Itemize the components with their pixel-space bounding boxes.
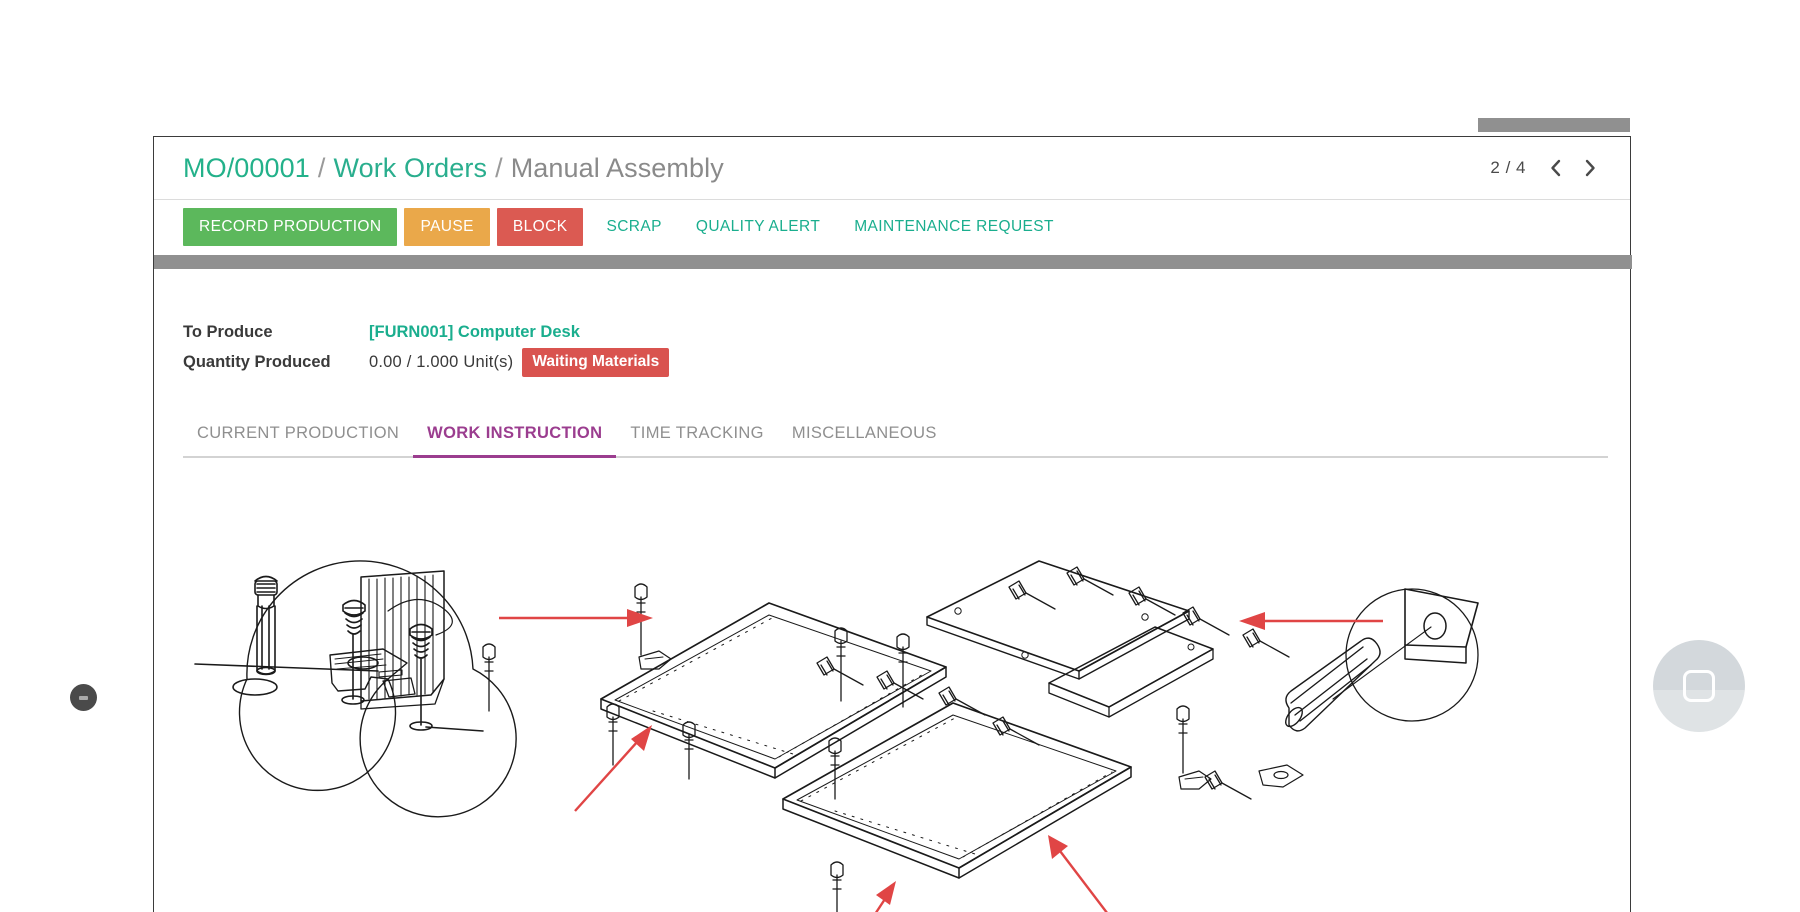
tab-work-instruction[interactable]: WORK INSTRUCTION — [413, 424, 616, 458]
detail-cam-lock-and-bracket — [195, 561, 516, 817]
assembly-arrows — [499, 609, 1383, 912]
record-production-button[interactable]: RECORD PRODUCTION — [183, 208, 397, 247]
form-header: MO/00001 / Work Orders / Manual Assembly… — [154, 137, 1630, 200]
field-row-to-produce: To Produce [FURN001] Computer Desk — [183, 317, 1630, 347]
quantity-produced-label: Quantity Produced — [183, 353, 369, 372]
progress-divider-band — [154, 255, 1632, 269]
status-badge: Waiting Materials — [522, 348, 669, 377]
chevron-left-icon[interactable] — [1542, 154, 1570, 182]
chevron-right-icon[interactable] — [1576, 154, 1604, 182]
pager-count: 2 / 4 — [1490, 158, 1526, 178]
tab-time-tracking[interactable]: TIME TRACKING — [616, 424, 778, 458]
breadcrumb-current: Manual Assembly — [511, 153, 724, 184]
quantity-text: 0.00 / 1.000 Unit(s) — [369, 353, 513, 372]
to-produce-value[interactable]: [FURN001] Computer Desk — [369, 323, 580, 342]
collapse-handle-bar — [79, 696, 88, 700]
form-body: To Produce [FURN001] Computer Desk Quant… — [154, 269, 1630, 912]
quantity-produced-value: 0.00 / 1.000 Unit(s) Waiting Materials — [369, 348, 669, 377]
breadcrumb-separator-1: / — [310, 153, 334, 184]
tab-bar: CURRENT PRODUCTION WORK INSTRUCTION TIME… — [183, 424, 1608, 458]
breadcrumb-separator-2: / — [487, 153, 511, 184]
action-toolbar: RECORD PRODUCTION PAUSE BLOCK SCRAP QUAL… — [154, 200, 1630, 254]
breadcrumb-item-mo[interactable]: MO/00001 — [183, 153, 310, 184]
breadcrumb: MO/00001 / Work Orders / Manual Assembly — [183, 153, 724, 184]
maintenance-request-button[interactable]: MAINTENANCE REQUEST — [838, 208, 1070, 247]
tab-miscellaneous[interactable]: MISCELLANEOUS — [778, 424, 951, 458]
field-row-quantity-produced: Quantity Produced 0.00 / 1.000 Unit(s) W… — [183, 347, 1630, 377]
detail-screwdriver-insertion — [1282, 589, 1478, 731]
chat-bubble-icon[interactable] — [1653, 640, 1745, 732]
pause-button[interactable]: PAUSE — [404, 208, 489, 247]
work-order-form-sheet: MO/00001 / Work Orders / Manual Assembly… — [153, 136, 1631, 912]
to-produce-label: To Produce — [183, 323, 369, 342]
tab-current-production[interactable]: CURRENT PRODUCTION — [183, 424, 413, 458]
breadcrumb-item-work-orders[interactable]: Work Orders — [333, 153, 487, 184]
screen-root: MO/00001 / Work Orders / Manual Assembly… — [0, 0, 1800, 912]
record-pager: 2 / 4 — [1490, 154, 1604, 182]
quality-alert-button[interactable]: QUALITY ALERT — [680, 208, 836, 247]
collapse-handle-icon[interactable] — [70, 684, 97, 711]
summary-fields: To Produce [FURN001] Computer Desk Quant… — [183, 317, 1630, 377]
chat-bubble-glyph — [1683, 670, 1715, 702]
exploded-desk-assembly — [483, 561, 1303, 912]
work-instruction-illustration — [183, 559, 1603, 912]
scrap-button[interactable]: SCRAP — [590, 208, 677, 247]
progress-divider-band-extension — [1478, 118, 1630, 132]
block-button[interactable]: BLOCK — [497, 208, 584, 247]
